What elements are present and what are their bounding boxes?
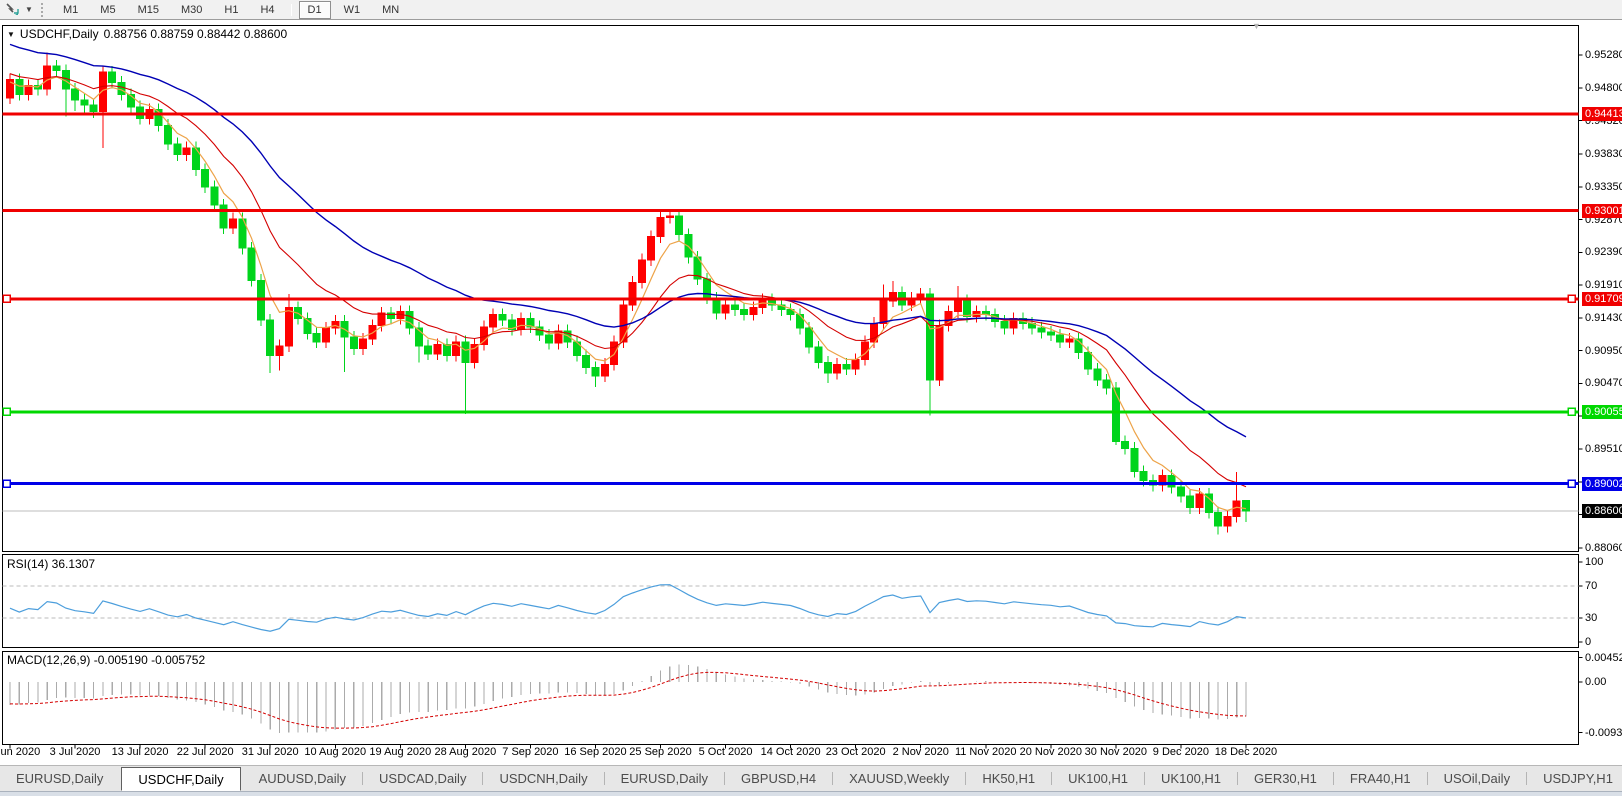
timeframe-button-w1[interactable]: W1 (335, 1, 370, 19)
date-label: 23 Oct 2020 (825, 746, 886, 758)
date-label: 14 Oct 2020 (760, 746, 821, 758)
price-axis-label: 0.91910 (1585, 279, 1622, 292)
window-splitter-arrow-icon[interactable]: ▼ (1252, 21, 1261, 31)
date-label: 18 Dec 2020 (1214, 746, 1278, 758)
indicator-axis-label: 70 (1585, 580, 1598, 592)
date-label: 9 Dec 2020 (1152, 746, 1210, 758)
price-axis-label: 0.89510 (1585, 442, 1622, 455)
chart-ohlc-values: 0.88756 0.88759 0.88442 0.88600 (103, 27, 288, 41)
hline-handle[interactable] (2, 294, 11, 304)
price-axis-label: 0.90470 (1585, 377, 1622, 390)
indicator-axis-label: 0.00 (1585, 676, 1607, 688)
timeframe-button-h1[interactable]: H1 (215, 1, 247, 19)
toolbar: ▼ M1 M5 M15 M30 H1 H4 D1 W1 MN (0, 0, 1622, 20)
price-axis-label: 0.93830 (1585, 148, 1622, 160)
hline-handle[interactable] (1567, 294, 1576, 304)
price-axis-label: 0.88060 (1585, 542, 1622, 554)
macd-indicator-label: MACD(12,26,9) -0.005190 -0.005752 (7, 653, 206, 667)
tab-fra40-h1[interactable]: FRA40,H1 (1334, 766, 1427, 791)
tab-gbpusd-h4[interactable]: GBPUSD,H4 (725, 766, 832, 791)
date-label: 22 Jul 2020 (176, 746, 234, 758)
chart-symbol-label: USDCHF,Daily (19, 27, 99, 41)
tab-usdjpy-h1[interactable]: USDJPY,H1 (1527, 766, 1622, 791)
hline-handle[interactable] (1567, 407, 1576, 417)
tab-uk100-h1[interactable]: UK100,H1 (1052, 766, 1144, 791)
date-label: 31 Jul 2020 (241, 746, 299, 758)
chart-canvas[interactable] (0, 20, 1622, 765)
chart-cursor-glyph (6, 3, 19, 15)
current-price-badge: 0.88600 (1582, 504, 1622, 519)
hline-handle[interactable] (2, 479, 11, 488)
date-label: 20 Nov 2020 (1019, 746, 1083, 758)
indicator-axis-label: 100 (1585, 556, 1604, 568)
rsi-indicator-label: RSI(14) 36.1307 (7, 557, 96, 571)
timeframe-button-m5[interactable]: M5 (91, 1, 124, 19)
timeframe-button-mn[interactable]: MN (373, 1, 408, 19)
price-axis-label: 0.90950 (1585, 344, 1622, 357)
chart-window[interactable]: ▼ USDCHF,Daily 0.88756 0.88759 0.88442 0… (0, 20, 1622, 765)
tab-usdchf-daily[interactable]: USDCHF,Daily (121, 767, 241, 791)
toolbar-grip[interactable] (41, 2, 48, 17)
date-label: 7 Sep 2020 (502, 746, 559, 758)
main-panel[interactable] (2, 25, 1579, 552)
date-label: 3 Jul 2020 (49, 746, 101, 758)
tabs: EURUSD,Daily USDCHF,Daily AUDUSD,Daily USDC… (0, 766, 1622, 791)
window-bottom-edge (0, 791, 1622, 796)
date-label: 28 Aug 2020 (434, 746, 497, 758)
tab-ger30-h1[interactable]: GER30,H1 (1238, 766, 1333, 791)
level-price-badge: 0.89002 (1582, 476, 1622, 491)
date-label: 10 Aug 2020 (304, 746, 367, 758)
chevron-down-icon[interactable]: ▼ (23, 5, 35, 14)
date-label: 24 Jun 2020 (0, 746, 41, 758)
tab-usdcnh-daily[interactable]: USDCNH,Daily (483, 766, 603, 791)
rsi-panel[interactable] (2, 554, 1579, 648)
level-price-badge: 0.93001 (1582, 203, 1622, 218)
indicator-axis-label: -0.009348 (1585, 726, 1622, 739)
level-price-badge: 0.91709 (1582, 291, 1622, 306)
tab-eurusd-daily[interactable]: EURUSD,Daily (605, 766, 724, 791)
timeframe-button-m1[interactable]: M1 (54, 1, 87, 19)
price-axis-label: 0.91430 (1585, 311, 1622, 324)
hline-handle[interactable] (1567, 479, 1576, 488)
level-price-badge: 0.94413 (1582, 107, 1622, 122)
tab-xauusd-weekly[interactable]: XAUUSD,Weekly (833, 766, 965, 791)
toolbar-separator (290, 3, 292, 16)
timeframe-button-d1[interactable]: D1 (298, 0, 331, 19)
price-axis-label: 0.94800 (1585, 81, 1622, 94)
date-label: 11 Nov 2020 (954, 746, 1017, 758)
indicator-axis-label: 0 (1585, 636, 1592, 648)
date-label: 19 Aug 2020 (369, 746, 432, 758)
timeframe-buttons: M1 M5 M15 M30 H1 H4 D1 W1 MN (52, 0, 410, 19)
price-axis-label: 0.95280 (1585, 49, 1622, 61)
tab-audusd-daily[interactable]: AUDUSD,Daily (243, 766, 362, 791)
hline-handle[interactable] (2, 407, 11, 417)
macd-panel[interactable] (2, 651, 1579, 745)
chart-tab-bar: EURUSD,Daily USDCHF,Daily AUDUSD,Daily USDC… (0, 765, 1622, 791)
chart-cursor-icon[interactable] (3, 2, 23, 18)
date-label: 13 Jul 2020 (111, 746, 169, 758)
price-axis-label: 0.93350 (1585, 180, 1622, 193)
tab-uk100-h1[interactable]: UK100,H1 (1145, 766, 1237, 791)
tab-hk50-h1[interactable]: HK50,H1 (966, 766, 1051, 791)
indicator-axis-label: 30 (1585, 612, 1598, 624)
chart-title: ▼ USDCHF,Daily 0.88756 0.88759 0.88442 0… (7, 27, 287, 41)
date-label: 2 Nov 2020 (892, 746, 949, 758)
tab-usoil-daily[interactable]: USOil,Daily (1428, 766, 1526, 791)
tab-eurusd-daily[interactable]: EURUSD,Daily (0, 766, 119, 791)
indicator-axis-label: 0.004527 (1585, 651, 1622, 664)
date-label: 30 Nov 2020 (1084, 746, 1148, 758)
collapse-caret-icon[interactable]: ▼ (7, 30, 15, 39)
tab-usdcad-daily[interactable]: USDCAD,Daily (363, 766, 482, 791)
date-label: 25 Sep 2020 (629, 746, 692, 758)
date-label: 5 Oct 2020 (698, 746, 753, 758)
level-price-badge: 0.90055 (1582, 404, 1622, 419)
price-axis-label: 0.92390 (1585, 246, 1622, 259)
timeframe-button-h4[interactable]: H4 (251, 1, 283, 19)
date-label: 16 Sep 2020 (564, 746, 627, 758)
timeframe-button-m15[interactable]: M15 (129, 1, 168, 19)
timeframe-button-m30[interactable]: M30 (172, 1, 211, 19)
